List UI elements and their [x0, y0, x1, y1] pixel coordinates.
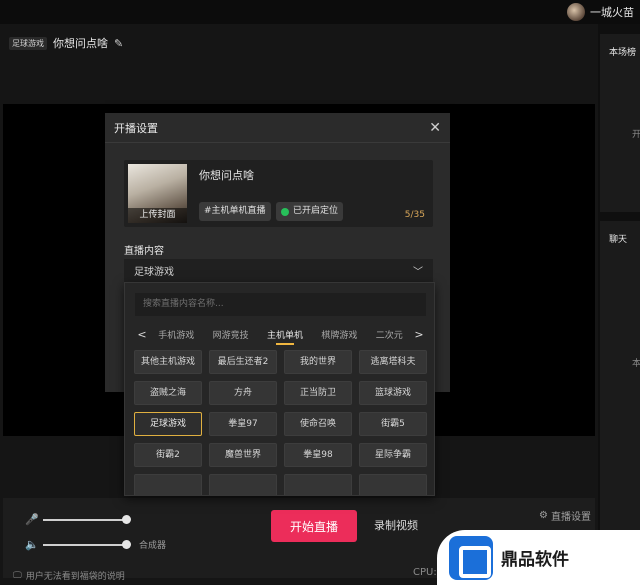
dialog-title: 开播设置 [114, 121, 158, 135]
footer-note-text: 用户无法看到福袋的说明 [25, 572, 125, 582]
content-label: 直播内容 [124, 246, 164, 257]
rank-title[interactable]: 本场榜 [600, 34, 640, 58]
category-tag[interactable]: #主机单机直播 [199, 202, 271, 221]
cover-image[interactable]: 上传封面 [128, 164, 187, 223]
live-settings-label: 直播设置 [551, 512, 591, 523]
speaker-slider-knob[interactable] [122, 539, 131, 549]
settings-icon: ⚙ [539, 510, 548, 521]
close-icon[interactable]: ✕ [429, 120, 441, 136]
mic-volume-slider[interactable] [43, 515, 131, 524]
game-option[interactable]: 最后生还者2 [209, 350, 277, 374]
stream-title-bar: 足球游戏 你想问点啥 ✎ [0, 34, 123, 52]
monitor-icon: 🖵 [13, 570, 22, 581]
microphone-icon[interactable]: 🎤 [25, 514, 39, 526]
speaker-icon[interactable]: 🔈 [25, 538, 39, 551]
game-option[interactable] [284, 474, 352, 495]
game-option[interactable] [209, 474, 277, 495]
game-option-selected[interactable]: 足球游戏 [134, 412, 202, 436]
game-option[interactable]: 街霸2 [134, 443, 202, 467]
chat-panel: 聊天 本 [600, 221, 640, 571]
game-option[interactable]: 正当防卫 [284, 381, 352, 405]
game-option[interactable]: 拳皇97 [209, 412, 277, 436]
tab-mobile-games[interactable]: 手机游戏 [158, 328, 194, 341]
game-option[interactable]: 其他主机游戏 [134, 350, 202, 374]
category-tab-list: 手机游戏 网游竞技 主机单机 棋牌游戏 二次元 [149, 328, 412, 345]
chat-placeholder: 本 [632, 359, 640, 369]
game-option[interactable]: 盗贼之海 [134, 381, 202, 405]
synthesizer-label[interactable]: 合成器 [139, 538, 166, 551]
tab-anime[interactable]: 二次元 [376, 328, 403, 341]
location-toggle[interactable]: 已开启定位 [276, 202, 344, 221]
chevron-down-icon: ﹀ [413, 267, 423, 278]
watermark-text: 鼎品软件 [501, 550, 569, 570]
category-tag-label: #主机单机直播 [204, 206, 266, 216]
rank-panel: 本场榜 开 [600, 34, 640, 212]
game-option[interactable] [134, 474, 202, 495]
chat-title[interactable]: 聊天 [600, 221, 640, 245]
content-dropdown: 搜索直播内容名称... < 手机游戏 网游竞技 主机单机 棋牌游戏 二次元 > … [124, 282, 435, 496]
upload-cover-label[interactable]: 上传封面 [128, 208, 187, 223]
stream-title-input[interactable]: 你想问点啥 [199, 167, 254, 183]
category-badge: 足球游戏 [9, 36, 47, 50]
location-status-icon [281, 207, 289, 216]
cpu-readout: CPU: [413, 567, 437, 578]
category-tabs: < 手机游戏 网游竞技 主机单机 棋牌游戏 二次元 > [135, 325, 426, 345]
mic-volume-row: 🎤 [25, 514, 131, 526]
mic-slider-knob[interactable] [122, 515, 131, 524]
record-video-button[interactable]: 录制视频 [374, 517, 418, 533]
content-select-value: 足球游戏 [134, 267, 174, 278]
game-option[interactable]: 街霸5 [359, 412, 427, 436]
avatar[interactable] [567, 3, 585, 21]
game-option[interactable]: 星际争霸 [359, 443, 427, 467]
tab-online-competitive[interactable]: 网游竞技 [213, 328, 249, 341]
game-option[interactable] [359, 474, 427, 495]
stream-info-box: 上传封面 你想问点啥 #主机单机直播 已开启定位 5/35 [124, 160, 433, 227]
watermark: 鼎品软件 [437, 530, 640, 585]
game-option[interactable]: 拳皇98 [284, 443, 352, 467]
game-option[interactable]: 逃离塔科夫 [359, 350, 427, 374]
title-char-counter: 5/35 [404, 210, 425, 220]
location-label: 已开启定位 [293, 206, 339, 216]
top-bar: 一城火苗 [0, 0, 640, 24]
game-option[interactable]: 魔兽世界 [209, 443, 277, 467]
content-search-input[interactable]: 搜索直播内容名称... [135, 293, 426, 316]
rank-placeholder: 开 [632, 130, 640, 140]
start-live-button[interactable]: 开始直播 [271, 510, 357, 542]
edit-icon[interactable]: ✎ [114, 37, 123, 50]
stream-title: 你想问点啥 [53, 37, 108, 50]
game-option[interactable]: 使命召唤 [284, 412, 352, 436]
content-select[interactable]: 足球游戏 ﹀ [124, 259, 433, 282]
speaker-volume-slider[interactable] [43, 539, 131, 549]
watermark-logo-icon [449, 535, 493, 580]
tab-card-games[interactable]: 棋牌游戏 [321, 328, 357, 341]
game-grid: 其他主机游戏 最后生还者2 我的世界 逃离塔科夫 盗贼之海 方舟 正当防卫 篮球… [134, 350, 427, 495]
chevron-left-icon[interactable]: < [135, 328, 149, 341]
speaker-volume-row: 🔈 合成器 [25, 538, 166, 551]
game-option[interactable]: 我的世界 [284, 350, 352, 374]
right-sidebar: 本场榜 开 聊天 本 [598, 24, 640, 585]
tab-console-single[interactable]: 主机单机 [267, 328, 303, 345]
footer-note[interactable]: 🖵 用户无法看到福袋的说明 [13, 569, 125, 583]
live-settings-button[interactable]: ⚙ 直播设置 [539, 508, 591, 523]
game-option[interactable]: 篮球游戏 [359, 381, 427, 405]
user-name: 一城火苗 [590, 6, 634, 19]
chevron-right-icon[interactable]: > [412, 328, 426, 341]
user-profile[interactable]: 一城火苗 [567, 1, 634, 23]
dialog-header: 开播设置 ✕ [105, 113, 450, 143]
game-option[interactable]: 方舟 [209, 381, 277, 405]
